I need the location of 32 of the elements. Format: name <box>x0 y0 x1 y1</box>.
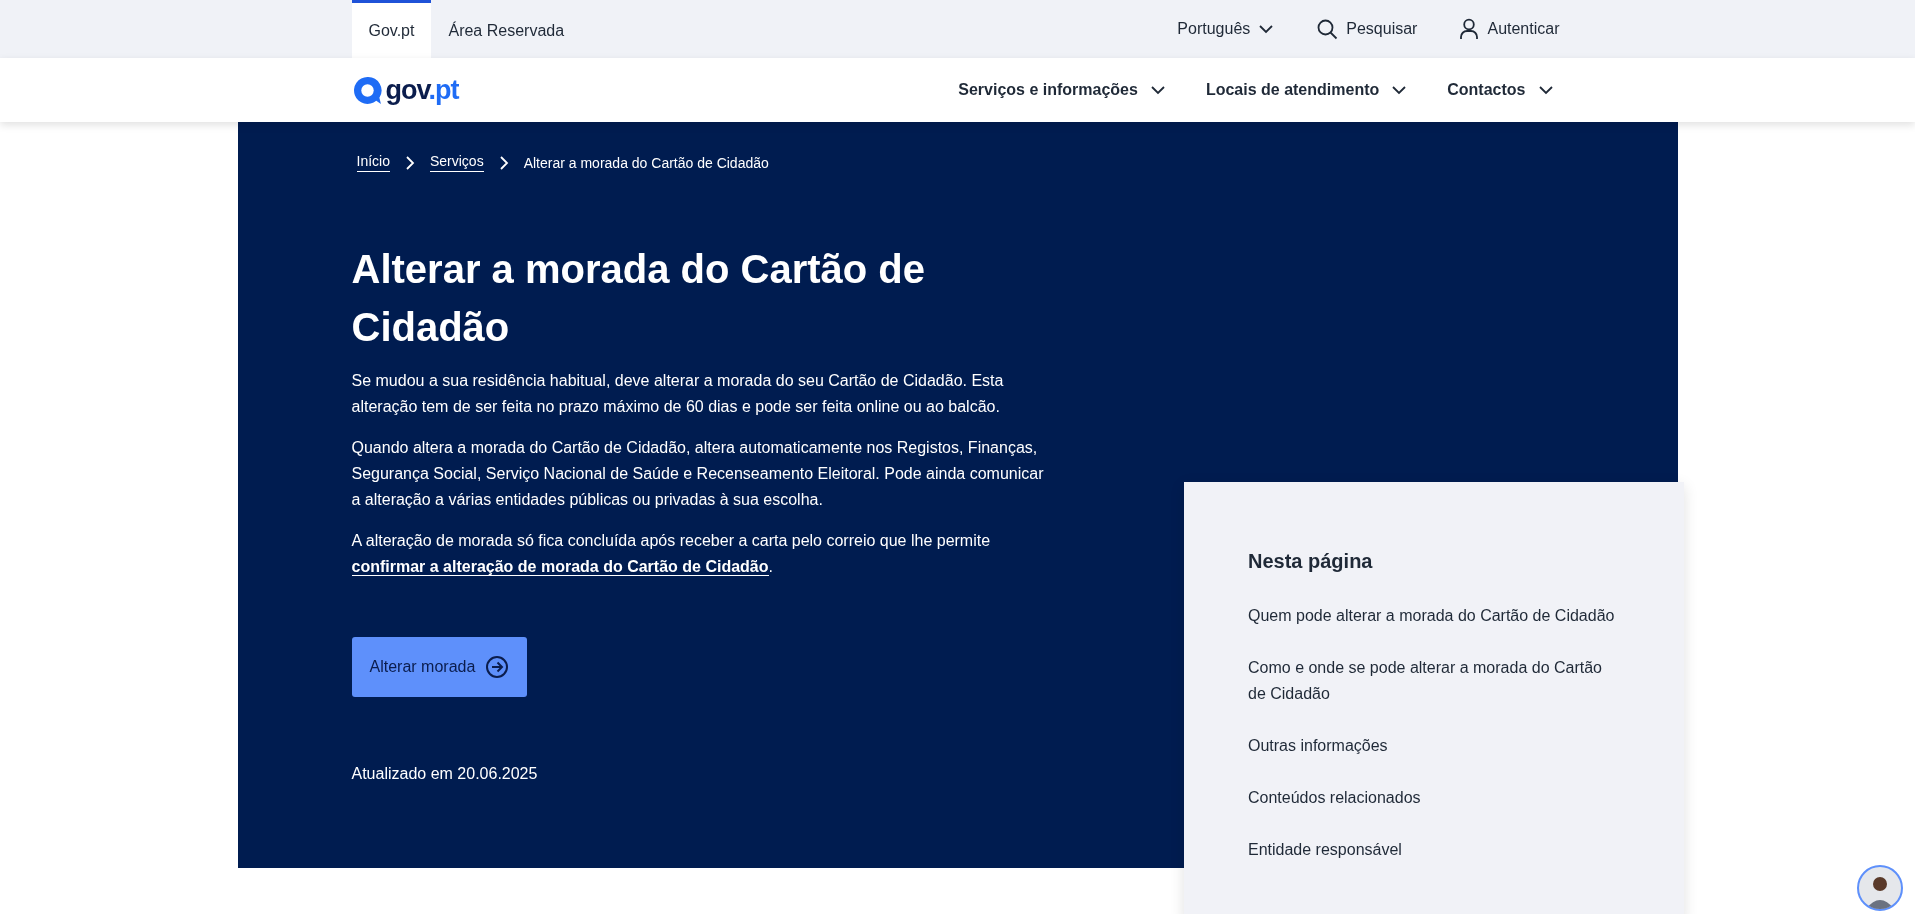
panel-heading: Nesta página <box>1248 550 1373 573</box>
updated-date: Atualizado em 20.06.2025 <box>351 765 539 783</box>
arrow-circle-icon <box>485 655 510 679</box>
search-icon <box>1316 18 1339 40</box>
paragraph: A alteração de morada só fica concluída após receber a carta pelo correio que lhe permite confirmar a alteração de morada do Cartão de Cidadão. <box>351 531 992 578</box>
page-title: Alterar a morada do Cartão de Cidadão <box>351 246 926 351</box>
user-icon <box>1459 18 1480 40</box>
chevron-right-icon <box>403 154 416 171</box>
login-link[interactable]: Autenticar <box>1459 18 1560 40</box>
chevron-right-icon <box>497 154 510 171</box>
page-section-link[interactable]: Como e onde se pode alterar a morada do Cartão de Cidadão <box>1248 655 1618 707</box>
nav-menu-item[interactable]: Locais de atendimento <box>1205 81 1408 99</box>
breadcrumb-link[interactable]: Serviços <box>429 153 484 172</box>
site-tab[interactable]: Área Reservada <box>431 0 582 58</box>
primary-button[interactable]: Alterar morada <box>351 637 528 697</box>
paragraph: Se mudou a sua residência habitual, deve alterar a morada do seu Cartão de Cidadão. Esta alteração tem de ser feita no prazo máximo de 60 dias e pode ser feita online ou ao balcão. <box>351 371 1005 417</box>
site-tab[interactable]: Gov.pt <box>351 0 432 58</box>
page-section-link[interactable]: Outras informações <box>1248 733 1388 759</box>
search-link[interactable]: Pesquisar <box>1316 18 1418 40</box>
page-section-link[interactable]: Conteúdos relacionados <box>1248 785 1421 811</box>
breadcrumb-link[interactable]: Início <box>356 153 390 172</box>
breadcrumb-current: Alterar a morada do Cartão de Cidadão <box>523 154 769 171</box>
page-section-link[interactable]: Entidade responsável <box>1248 837 1402 863</box>
page-section-link[interactable]: Quem pode alterar a morada do Cartão de Cidadão <box>1248 603 1615 629</box>
nav-menu-item[interactable]: Contactos <box>1447 81 1554 99</box>
paragraph: Quando altera a morada do Cartão de Cidadão, altera automaticamente nos Registos, Finanças, Segurança Social, Serviço Nacional de Saúde e Recenseamento Eleitoral. Pode ainda comunicar a alteração a várias entidades públicas ou privadas à sua escolha. <box>351 438 1045 510</box>
text-link[interactable]: confirmar a alteração de morada do Cartão de Cidadão <box>351 558 769 576</box>
assistant-avatar[interactable] <box>1857 865 1903 911</box>
nav-menu-item[interactable]: Serviços e informações <box>958 81 1166 99</box>
logo-icon <box>351 74 383 106</box>
language-selector[interactable]: Português <box>1177 20 1275 38</box>
logo-text[interactable]: gov.pt <box>385 74 459 106</box>
